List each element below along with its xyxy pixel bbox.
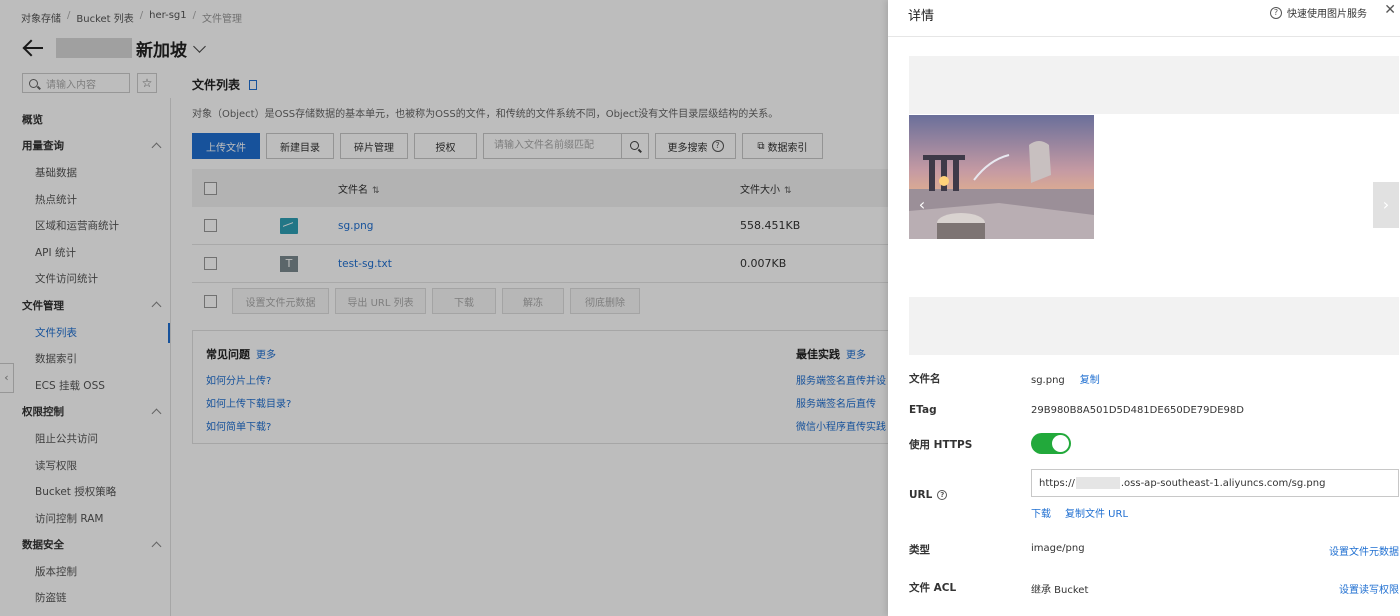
close-icon[interactable]: ✕ bbox=[1384, 2, 1396, 18]
detail-drawer: 详情 ? 快速使用图片服务 ✕ ‹ › 文件名 sg.png 复制 ETag 2… bbox=[888, 0, 1400, 616]
image-service-help-label: 快速使用图片服务 bbox=[1287, 9, 1367, 20]
field-label-url-text: URL bbox=[909, 489, 933, 501]
url-prefix: https:// bbox=[1039, 477, 1075, 489]
toggle-knob bbox=[1052, 435, 1069, 452]
field-label-url: URL? bbox=[909, 489, 952, 501]
set-acl-link[interactable]: 设置读写权限 bbox=[1339, 581, 1399, 596]
modal-overlay[interactable] bbox=[0, 0, 888, 616]
url-actions: 下载 复制文件 URL bbox=[1031, 505, 1128, 520]
field-label-https: 使用 HTTPS bbox=[909, 439, 973, 451]
field-label-acl: 文件 ACL bbox=[909, 582, 957, 594]
type-value: image/png bbox=[1031, 543, 1085, 554]
drawer-header: 详情 ? 快速使用图片服务 ✕ bbox=[888, 0, 1400, 37]
url-suffix: .oss-ap-southeast-1.aliyuncs.com/sg.png bbox=[1120, 477, 1326, 489]
field-label-etag: ETag bbox=[909, 404, 937, 416]
singapore-photo bbox=[909, 115, 1094, 239]
previous-image-button[interactable]: ‹ bbox=[909, 182, 935, 228]
etag-value: 29B980B8A501D5D481DE650DE79DE98D bbox=[1031, 405, 1244, 416]
filename-value: sg.png 复制 bbox=[1031, 371, 1100, 386]
url-field[interactable]: https:// .oss-ap-southeast-1.aliyuncs.co… bbox=[1031, 469, 1399, 497]
download-link[interactable]: 下载 bbox=[1031, 509, 1051, 520]
copy-filename-link[interactable]: 复制 bbox=[1080, 375, 1100, 386]
set-metadata-link[interactable]: 设置文件元数据 bbox=[1329, 543, 1399, 558]
image-preview bbox=[909, 115, 1094, 239]
bucket-name-redacted bbox=[1075, 477, 1120, 489]
https-toggle[interactable] bbox=[1031, 433, 1071, 454]
preview-placeholder-bottom bbox=[909, 297, 1399, 355]
copy-url-link[interactable]: 复制文件 URL bbox=[1065, 509, 1128, 520]
image-service-help-link[interactable]: ? 快速使用图片服务 bbox=[1270, 5, 1367, 20]
filename-text: sg.png bbox=[1031, 375, 1065, 386]
help-circle-icon: ? bbox=[1270, 6, 1282, 19]
acl-value: 继承 Bucket bbox=[1031, 585, 1089, 596]
field-label-filename: 文件名 bbox=[909, 373, 941, 385]
drawer-title: 详情 bbox=[908, 9, 935, 24]
field-label-type: 类型 bbox=[909, 544, 930, 556]
preview-placeholder-top bbox=[909, 56, 1399, 114]
help-circle-icon[interactable]: ? bbox=[937, 490, 948, 500]
next-image-button[interactable]: › bbox=[1373, 182, 1399, 228]
